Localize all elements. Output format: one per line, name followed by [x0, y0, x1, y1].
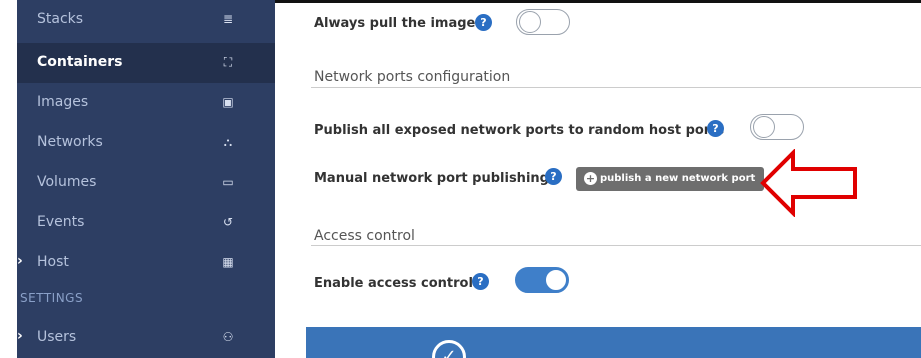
container-form: Always pull the image ? Network ports co…: [275, 3, 921, 358]
sidebar-heading-label: SETTINGS: [20, 291, 84, 305]
sidebar-item-label: Volumes: [37, 174, 97, 190]
left-margin: [0, 0, 17, 358]
always-pull-help-icon[interactable]: ?: [475, 14, 492, 31]
sidebar-settings-heading: SETTINGS: [17, 282, 275, 316]
publish-all-toggle[interactable]: [750, 114, 804, 140]
toggle-knob: [519, 11, 541, 33]
sidebar-item-images[interactable]: Images ▣: [17, 83, 275, 123]
deploy-container-bar[interactable]: [306, 327, 921, 358]
sidebar-item-users[interactable]: › Users ⚇: [17, 318, 275, 358]
sidebar-item-events[interactable]: Events ↺: [17, 203, 275, 243]
stacks-icon: ≣: [222, 12, 234, 26]
manual-port-label: Manual network port publishing: [314, 171, 549, 186]
expand-caret-icon: ›: [17, 328, 23, 344]
sidebar-item-label: Containers: [37, 54, 123, 70]
toggle-knob: [545, 269, 567, 291]
sidebar-item-host[interactable]: › Host ▦: [17, 243, 275, 283]
sidebar-item-label: Networks: [37, 134, 103, 150]
annotation-arrow-icon: [760, 149, 857, 217]
sidebar-item-label: Users: [37, 329, 77, 345]
images-icon: ▣: [222, 95, 234, 109]
sidebar-item-label: Host: [37, 254, 69, 270]
plus-circle-icon: +: [584, 172, 597, 185]
publish-new-port-button-label: publish a new network port: [600, 173, 756, 184]
manual-port-help-icon[interactable]: ?: [545, 168, 562, 185]
network-ports-section-title: Network ports configuration: [314, 69, 511, 85]
publish-new-port-button[interactable]: + publish a new network port: [576, 167, 764, 191]
users-icon: ⚇: [222, 330, 234, 344]
publish-all-help-icon[interactable]: ?: [707, 120, 724, 137]
always-pull-label: Always pull the image: [314, 16, 476, 31]
toggle-knob: [753, 116, 775, 138]
containers-icon: ⛶: [223, 55, 233, 69]
volumes-icon: ▭: [222, 175, 234, 189]
enable-access-control-label: Enable access control: [314, 276, 473, 291]
publish-all-label: Publish all exposed network ports to ran…: [314, 123, 725, 138]
sidebar-item-stacks[interactable]: Stacks ≣: [17, 3, 275, 43]
sidebar-item-volumes[interactable]: Volumes ▭: [17, 163, 275, 203]
sidebar-item-label: Stacks: [37, 11, 84, 27]
expand-caret-icon: ›: [17, 253, 23, 269]
access-control-help-icon[interactable]: ?: [472, 273, 489, 290]
host-icon: ▦: [222, 255, 234, 269]
access-control-toggle[interactable]: [515, 267, 569, 293]
sidebar-item-containers[interactable]: Containers ⛶: [17, 43, 275, 83]
always-pull-toggle[interactable]: [516, 9, 570, 35]
events-icon: ↺: [222, 215, 234, 229]
sidebar-item-label: Images: [37, 94, 89, 110]
sidebar-item-label: Events: [37, 214, 85, 230]
access-control-section-title: Access control: [314, 228, 415, 244]
networks-icon: ⛬: [223, 135, 233, 149]
sidebar-item-networks[interactable]: Networks ⛬: [17, 123, 275, 163]
section-divider: [311, 245, 921, 246]
sidebar: Stacks ≣ Containers ⛶ Images ▣ Networks …: [17, 0, 275, 358]
section-divider: [311, 87, 921, 88]
